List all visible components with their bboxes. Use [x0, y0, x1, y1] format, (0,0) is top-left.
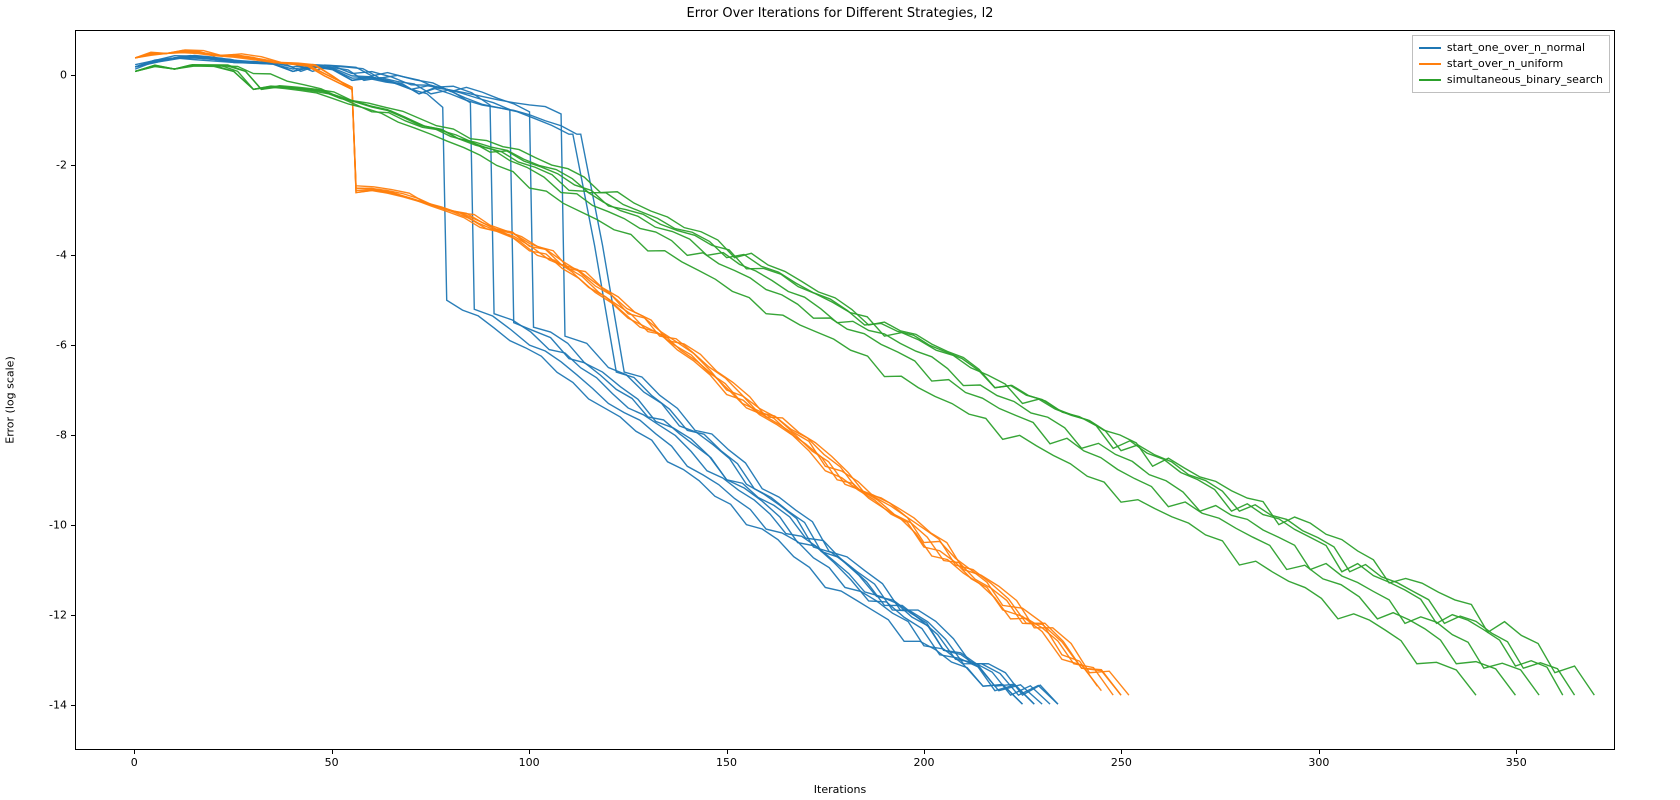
legend-swatch: [1419, 63, 1441, 65]
series-line: [135, 65, 1594, 695]
series-line: [135, 58, 1022, 704]
y-tick-label: -4: [56, 249, 67, 262]
y-tick-label: -10: [49, 519, 67, 532]
legend-label: simultaneous_binary_search: [1447, 72, 1603, 88]
x-tick-label: 150: [716, 756, 737, 769]
y-tick-label: 0: [60, 69, 67, 82]
x-tick-label: 300: [1308, 756, 1329, 769]
legend: start_one_over_n_normal start_over_n_uni…: [1412, 35, 1610, 93]
chart-title: Error Over Iterations for Different Stra…: [0, 6, 1680, 21]
x-tick-label: 100: [519, 756, 540, 769]
legend-swatch: [1419, 47, 1441, 49]
x-tick-label: 50: [325, 756, 339, 769]
series-line: [135, 57, 1042, 704]
y-axis-label: Error (log scale): [4, 356, 17, 444]
legend-item: start_one_over_n_normal: [1419, 40, 1603, 56]
y-tick-label: -6: [56, 339, 67, 352]
plot-area: start_one_over_n_normal start_over_n_uni…: [75, 30, 1615, 750]
series-svg: [76, 31, 1614, 749]
legend-item: simultaneous_binary_search: [1419, 72, 1603, 88]
x-tick-label: 200: [913, 756, 934, 769]
series-line: [135, 56, 1022, 704]
legend-label: start_one_over_n_normal: [1447, 40, 1585, 56]
x-tick-label: 350: [1506, 756, 1527, 769]
series-line: [135, 65, 1574, 695]
series-line: [135, 66, 1515, 696]
y-tick-label: -14: [49, 699, 67, 712]
series-line: [135, 56, 1058, 704]
series-line: [135, 65, 1563, 695]
x-tick-label: 0: [131, 756, 138, 769]
series-line: [135, 65, 1539, 695]
legend-label: start_over_n_uniform: [1447, 56, 1563, 72]
chart-figure: Error Over Iterations for Different Stra…: [0, 0, 1680, 800]
y-tick-label: -12: [49, 609, 67, 622]
series-line: [135, 57, 1050, 704]
x-tick-label: 250: [1111, 756, 1132, 769]
y-tick-label: -8: [56, 429, 67, 442]
legend-swatch: [1419, 79, 1441, 81]
legend-item: start_over_n_uniform: [1419, 56, 1603, 72]
y-tick-label: -2: [56, 159, 67, 172]
x-axis-label: Iterations: [0, 783, 1680, 796]
series-line: [135, 55, 1058, 704]
series-line: [135, 66, 1476, 695]
